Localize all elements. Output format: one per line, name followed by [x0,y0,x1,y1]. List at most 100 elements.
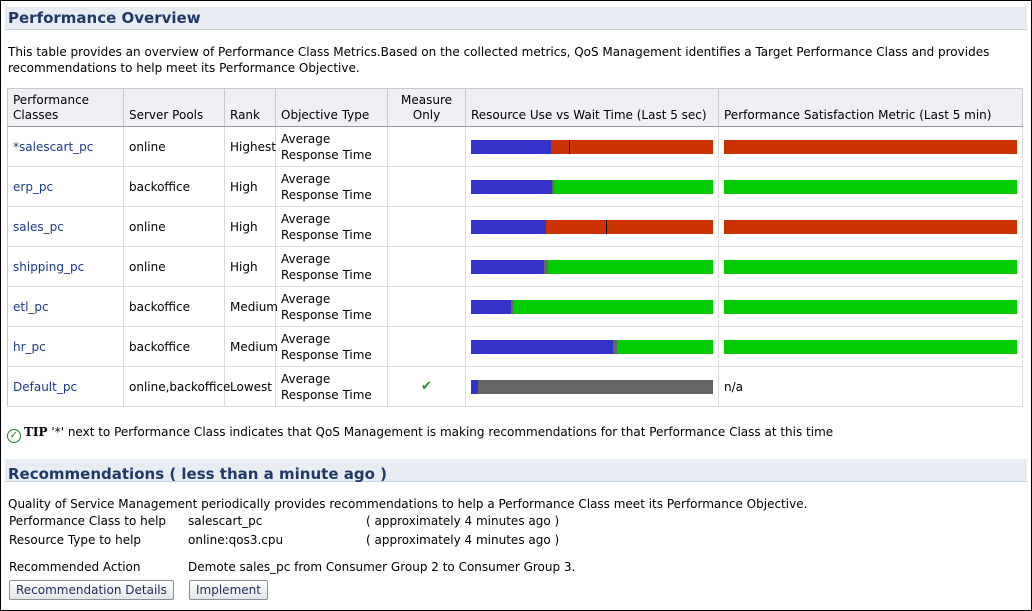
rank-cell: High [224,246,276,287]
column-header-rank[interactable]: Rank [224,88,276,127]
resource-use-segment [471,179,553,194]
resource-use-marker [569,139,570,154]
resource-use-segment [550,139,713,154]
recommendation-details-button[interactable]: Recommendation Details [9,580,174,600]
rank-cell: Medium [224,326,278,367]
server-pool-cell: online,backoffice [123,366,230,407]
performance-class-link[interactable]: *salescart_pc [13,140,93,154]
rank-cell: High [224,206,276,247]
resource-use-cell [465,166,719,207]
satisfaction-cell: n/a [718,366,1023,407]
qos-dashboard: Performance Overview This table provides… [0,0,1032,611]
resource-use-segment [471,139,551,154]
objective-type-cell: Average Response Time [275,206,388,247]
rank-cell-text: Medium [230,339,278,354]
table-body: *salescart_pc online Highest Average Respon… [7,126,1023,407]
performance-class-age: ( approximately 4 minutes ago ) [366,514,560,528]
objective-type-cell: Average Response Time [275,166,388,207]
server-pool-cell-text: online [129,139,166,154]
performance-class-cell: erp_pc [7,166,124,207]
performance-overview-header: Performance Overview [5,7,1027,30]
column-header-measure-only[interactable]: Measure Only [387,88,466,127]
performance-class-value: salescart_pc [188,514,263,528]
recommendations-header: Recommendations ( less than a minute ago… [5,459,1027,483]
column-header-satisfaction[interactable]: Performance Satisfaction Metric (Last 5 … [718,88,1023,127]
performance-class-link[interactable]: Default_pc [13,380,77,394]
performance-class-link[interactable]: shipping_pc [13,260,84,274]
objective-type-cell: Average Response Time [275,286,388,327]
rank-cell-text: High [230,219,258,234]
table-row: shipping_pc online High Average Response Ti… [7,246,1023,287]
objective-type-cell-text: Average Response Time [281,251,372,282]
satisfaction-bar [724,179,1017,194]
measure-only-cell [387,206,466,247]
resource-use-cell [465,286,719,327]
implement-button[interactable]: Implement [189,580,268,600]
resource-use-segment [471,339,613,354]
performance-class-link[interactable]: etl_pc [13,300,49,314]
rank-cell-text: High [230,259,258,274]
resource-type-age: ( approximately 4 minutes ago ) [366,533,560,547]
checkmark-icon: ✔ [421,379,432,394]
server-pool-cell-text: online [129,259,166,274]
server-pool-cell: online [123,246,225,287]
resource-use-segment [471,299,511,314]
rank-cell: Lowest [224,366,276,407]
resource-use-segment [478,379,713,394]
resource-use-bar [471,219,713,234]
server-pool-cell: online [123,126,225,167]
resource-use-segment [471,259,544,274]
column-header-resource-use[interactable]: Resource Use vs Wait Time (Last 5 sec) [465,88,719,127]
objective-type-cell: Average Response Time [275,126,388,167]
satisfaction-cell [718,126,1023,167]
satisfaction-bar [724,299,1017,314]
resource-use-cell [465,246,719,287]
resource-use-cell [465,326,719,367]
rank-cell-text: Medium [230,299,278,314]
table-header-row: Performance Classes Server Pools Rank Ob… [7,88,1023,127]
tip-text: '*' next to Performance Class indicates … [51,425,834,439]
performance-class-cell: Default_pc [7,366,124,407]
rank-cell: High [224,166,276,207]
satisfaction-cell [718,246,1023,287]
rank-cell: Highest [224,126,276,167]
resource-use-segment [617,339,713,354]
performance-class-link[interactable]: hr_pc [13,340,46,354]
column-header-performance-classes[interactable]: Performance Classes [7,88,124,127]
column-header-server-pools[interactable]: Server Pools [123,88,225,127]
performance-class-link[interactable]: erp_pc [13,180,53,194]
tip-label: TIP [24,425,48,439]
server-pool-cell-text: backoffice [129,179,191,194]
resource-use-bar [471,379,713,394]
column-header-objective-type[interactable]: Objective Type [275,88,388,127]
satisfaction-bar [724,139,1017,154]
rank-cell: Medium [224,286,278,327]
resource-use-cell [465,126,719,167]
table-row: etl_pc backoffice Medium Average Response T… [7,286,1023,327]
resource-use-bar [471,179,713,194]
tip-line: ✓ TIP '*' next to Performance Class indic… [7,425,833,443]
performance-class-cell: *salescart_pc [7,126,124,167]
resource-use-segment [471,219,547,234]
performance-class-label: Performance Class to help [9,514,167,528]
satisfaction-bar [724,259,1017,274]
server-pool-cell: backoffice [123,286,225,327]
server-pool-cell: backoffice [123,326,225,367]
satisfaction-segment [724,299,1017,314]
resource-use-segment [471,379,479,394]
objective-type-cell: Average Response Time [275,246,388,287]
resource-use-segment [553,179,713,194]
satisfaction-segment [724,139,1017,154]
objective-type-cell-text: Average Response Time [281,371,372,402]
performance-class-cell: etl_pc [7,286,124,327]
resource-use-bar [471,339,713,354]
resource-type-label: Resource Type to help [9,533,142,547]
performance-class-link[interactable]: sales_pc [13,220,64,234]
recommended-action-value: Demote sales_pc from Consumer Group 2 to… [188,560,576,574]
objective-type-cell: Average Response Time [275,326,388,367]
server-pool-cell: online [123,206,225,247]
objective-type-cell-text: Average Response Time [281,331,372,362]
satisfaction-text: n/a [724,379,744,394]
performance-class-cell: hr_pc [7,326,124,367]
recommended-action-label: Recommended Action [9,560,141,574]
